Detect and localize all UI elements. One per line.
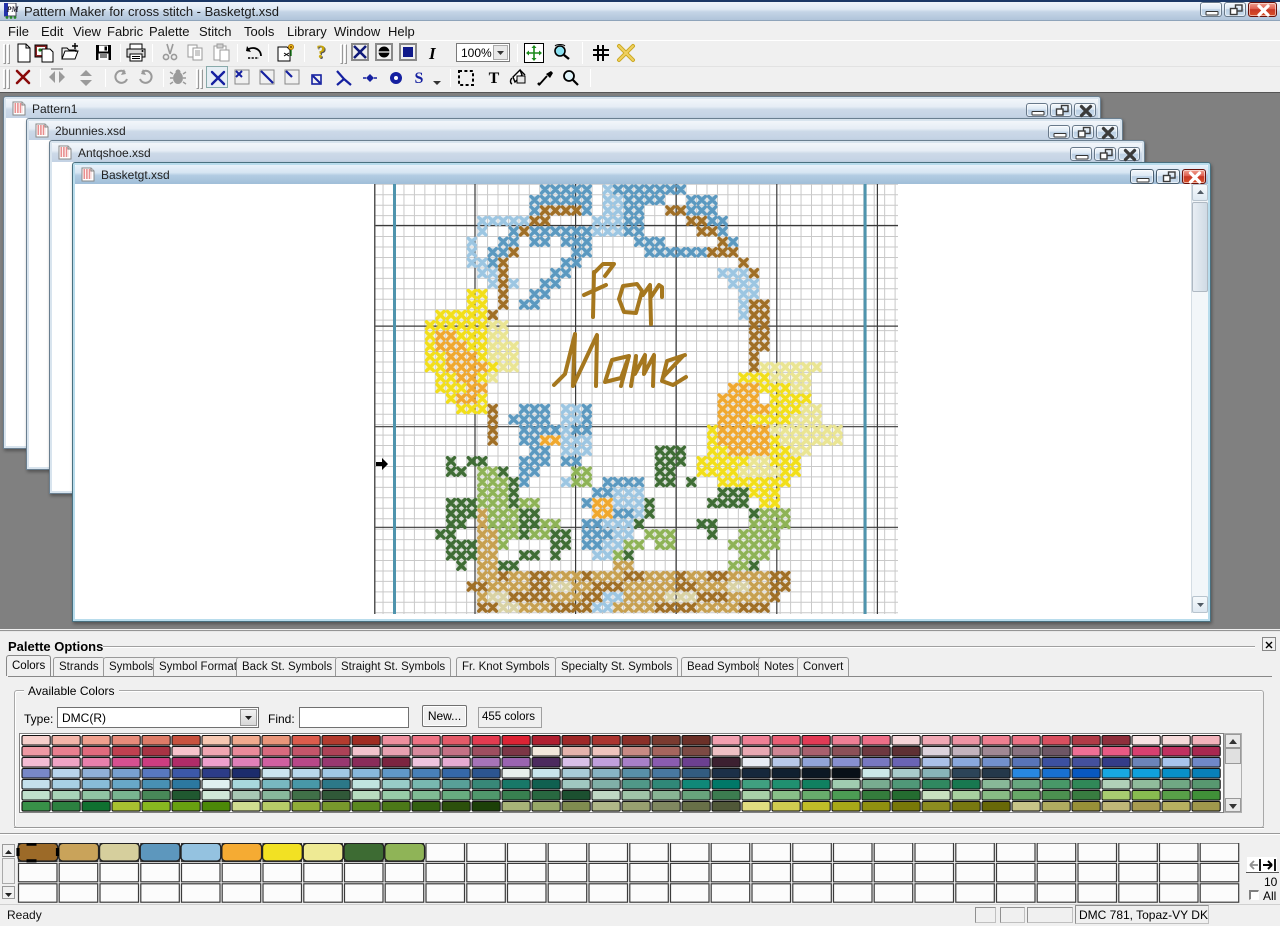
svg-text:S: S	[415, 70, 424, 87]
svg-text:?: ?	[316, 42, 326, 62]
svg-text:I: I	[428, 44, 437, 63]
svg-text:T: T	[489, 70, 500, 87]
svg-text:PM: PM	[7, 5, 20, 14]
